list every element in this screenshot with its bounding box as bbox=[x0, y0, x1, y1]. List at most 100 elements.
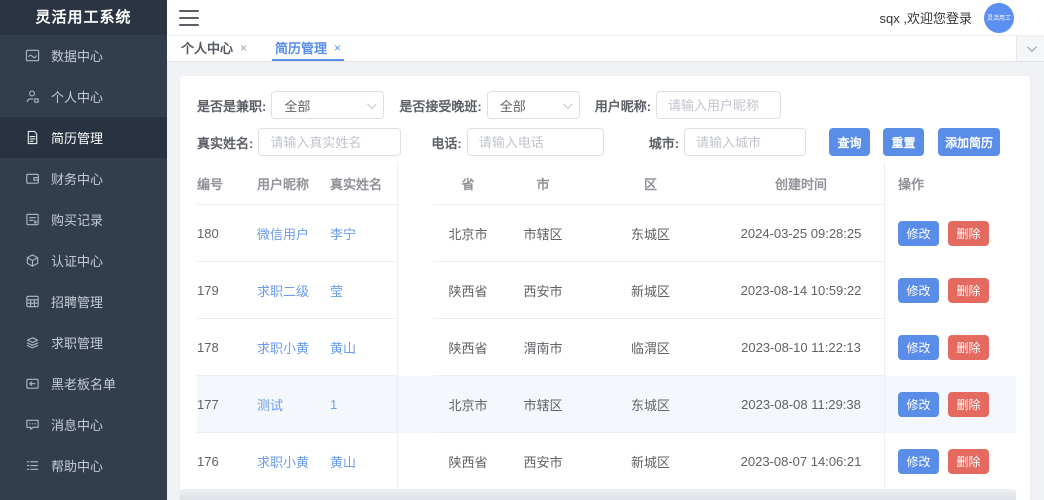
sidebar-item-job-seeking[interactable]: 求职管理 bbox=[0, 322, 167, 363]
tab-close-icon[interactable]: × bbox=[240, 41, 247, 55]
cell-district: 新城区 bbox=[583, 433, 718, 490]
purchase-icon bbox=[24, 212, 40, 228]
cell-created-at: 2024-03-25 09:28:25 bbox=[718, 205, 884, 262]
city-input[interactable] bbox=[684, 128, 806, 156]
real-name-link[interactable]: 李宁 bbox=[330, 224, 356, 243]
job-seeking-icon bbox=[24, 335, 40, 351]
top-navbar: sqx ,欢迎您登录 灵活用工 bbox=[167, 0, 1044, 36]
sidebar-item-help[interactable]: 帮助中心 bbox=[0, 445, 167, 486]
nickname-link[interactable]: 求职二级 bbox=[257, 281, 309, 300]
help-icon bbox=[24, 458, 40, 474]
phone-input[interactable] bbox=[467, 128, 604, 156]
sidebar-item-data-center[interactable]: 数据中心 bbox=[0, 35, 167, 76]
sidebar-item-label: 财务中心 bbox=[51, 169, 103, 188]
search-button[interactable]: 查询 bbox=[829, 128, 870, 156]
sidebar-item-label: 数据中心 bbox=[51, 46, 103, 65]
nickname-link[interactable]: 求职小黄 bbox=[257, 338, 309, 357]
profile-icon bbox=[24, 89, 40, 105]
cell-district: 新城区 bbox=[583, 262, 718, 319]
sidebar-item-resume[interactable]: 简历管理 bbox=[0, 117, 167, 158]
tab-personal-center[interactable]: 个人中心 × bbox=[178, 36, 250, 61]
edit-button[interactable]: 修改 bbox=[898, 449, 939, 474]
chevron-down-icon bbox=[1027, 42, 1037, 52]
edit-button[interactable]: 修改 bbox=[898, 278, 939, 303]
cell-created-at: 2023-08-08 11:29:38 bbox=[718, 376, 884, 433]
edit-button[interactable]: 修改 bbox=[898, 392, 939, 417]
hamburger-icon[interactable] bbox=[179, 10, 199, 26]
cell-city: 渭南市 bbox=[503, 319, 583, 376]
reset-button[interactable]: 重置 bbox=[883, 128, 924, 156]
cell-district: 东城区 bbox=[583, 205, 718, 262]
tab-close-icon[interactable]: × bbox=[334, 41, 341, 55]
filter-row-1: 是否是兼职: 全部 是否接受晚班: 全部 用户昵称: bbox=[197, 91, 1030, 119]
header-city: 市 bbox=[503, 162, 583, 205]
table-row[interactable]: 180 微信用户 李宁 北京市 市辖区 东城区 2024-03-25 09:28… bbox=[180, 205, 1030, 262]
add-resume-button[interactable]: 添加简历 bbox=[938, 128, 1000, 156]
cell-city: 市辖区 bbox=[503, 376, 583, 433]
header-id: 编号 bbox=[197, 162, 257, 205]
sidebar-item-blacklist[interactable]: 黑老板名单 bbox=[0, 363, 167, 404]
nickname-link[interactable]: 求职小黄 bbox=[257, 452, 309, 471]
cell-id: 176 bbox=[197, 433, 257, 490]
sidebar-item-message[interactable]: 消息中心 bbox=[0, 404, 167, 445]
edit-button[interactable]: 修改 bbox=[898, 335, 939, 360]
cell-city: 西安市 bbox=[503, 433, 583, 490]
sidebar-item-label: 消息中心 bbox=[51, 415, 103, 434]
table-row[interactable]: 179 求职二级 莹 陕西省 西安市 新城区 2023-08-14 10:59:… bbox=[180, 262, 1030, 319]
certification-icon bbox=[24, 253, 40, 269]
fixed-column-gap bbox=[397, 205, 433, 262]
real-name-input[interactable] bbox=[258, 128, 401, 156]
night-shift-select-value: 全部 bbox=[500, 96, 526, 115]
real-name-link[interactable]: 莹 bbox=[330, 281, 343, 300]
table-row[interactable]: 176 求职小黄 黄山 陕西省 西安市 新城区 2023-08-07 14:06… bbox=[180, 433, 1030, 490]
cell-province: 北京市 bbox=[433, 376, 503, 433]
sidebar-item-label: 个人中心 bbox=[51, 87, 103, 106]
sidebar-item-recruitment[interactable]: 招聘管理 bbox=[0, 281, 167, 322]
cell-operation: 修改 删除 bbox=[884, 376, 1016, 433]
cell-district: 东城区 bbox=[583, 376, 718, 433]
cell-province: 陕西省 bbox=[433, 433, 503, 490]
message-icon bbox=[24, 417, 40, 433]
avatar[interactable]: 灵活用工 bbox=[984, 3, 1014, 33]
cell-province: 陕西省 bbox=[433, 319, 503, 376]
sidebar-item-label: 黑老板名单 bbox=[51, 374, 116, 393]
horizontal-scrollbar[interactable] bbox=[180, 489, 1016, 500]
real-name-link[interactable]: 黄山 bbox=[330, 452, 356, 471]
nickname-label: 用户昵称: bbox=[595, 96, 651, 115]
sidebar-item-purchase[interactable]: 购买记录 bbox=[0, 199, 167, 240]
header-province: 省 bbox=[433, 162, 503, 205]
sidebar-item-profile[interactable]: 个人中心 bbox=[0, 76, 167, 117]
delete-button[interactable]: 删除 bbox=[948, 278, 989, 303]
delete-button[interactable]: 删除 bbox=[948, 221, 989, 246]
nickname-input[interactable] bbox=[656, 91, 781, 119]
edit-button[interactable]: 修改 bbox=[898, 221, 939, 246]
delete-button[interactable]: 删除 bbox=[948, 449, 989, 474]
table-header-row: 编号 用户昵称 真实姓名 省 市 区 创建时间 操作 bbox=[180, 162, 1030, 205]
night-shift-select[interactable]: 全部 bbox=[487, 91, 580, 119]
sidebar-item-finance[interactable]: 财务中心 bbox=[0, 158, 167, 199]
recruitment-icon bbox=[24, 294, 40, 310]
fixed-column-gap bbox=[397, 376, 433, 433]
tab-menu-button[interactable] bbox=[1016, 36, 1044, 61]
nickname-link[interactable]: 微信用户 bbox=[257, 224, 309, 243]
cell-id: 178 bbox=[197, 319, 257, 376]
part-time-select[interactable]: 全部 bbox=[271, 91, 384, 119]
sidebar-item-certification[interactable]: 认证中心 bbox=[0, 240, 167, 281]
fixed-column-gap bbox=[397, 433, 433, 490]
delete-button[interactable]: 删除 bbox=[948, 392, 989, 417]
real-name-link[interactable]: 黄山 bbox=[330, 338, 356, 357]
real-name-link[interactable]: 1 bbox=[330, 397, 337, 412]
delete-button[interactable]: 删除 bbox=[948, 335, 989, 360]
tab-resume-management[interactable]: 简历管理 × bbox=[272, 36, 344, 61]
real-name-label: 真实姓名: bbox=[197, 133, 253, 152]
nickname-link[interactable]: 测试 bbox=[257, 395, 283, 414]
table-row[interactable]: 178 求职小黄 黄山 陕西省 渭南市 临渭区 2023-08-10 11:22… bbox=[180, 319, 1030, 376]
chevron-down-icon bbox=[367, 99, 377, 109]
table-row-highlighted[interactable]: 177 测试 1 北京市 市辖区 东城区 2023-08-08 11:29:38… bbox=[180, 376, 1030, 433]
header-district: 区 bbox=[583, 162, 718, 205]
phone-label: 电话: bbox=[431, 133, 461, 152]
header-created-at: 创建时间 bbox=[718, 162, 884, 205]
sidebar-item-label: 求职管理 bbox=[51, 333, 103, 352]
cell-city: 市辖区 bbox=[503, 205, 583, 262]
header-nickname: 用户昵称 bbox=[257, 162, 330, 205]
